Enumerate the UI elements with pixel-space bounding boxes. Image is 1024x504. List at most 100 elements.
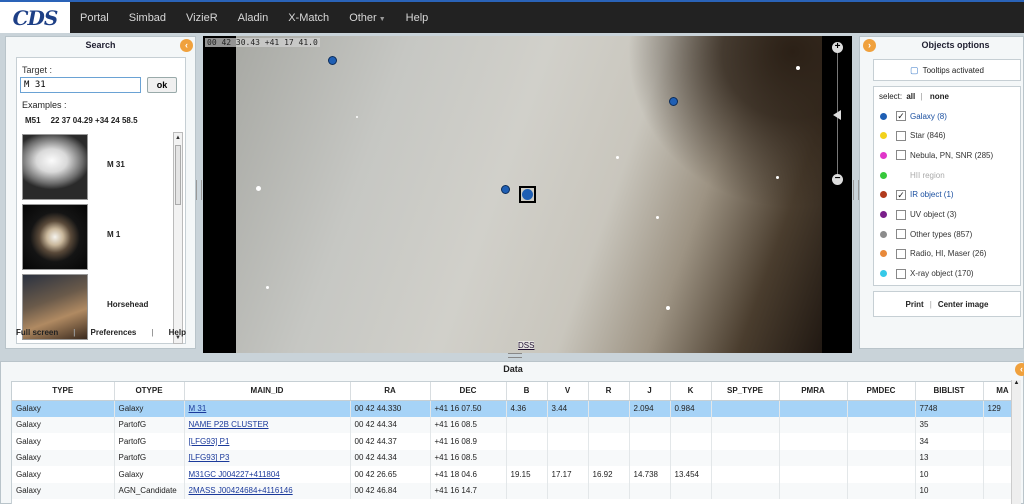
example-item-m31[interactable]: M 31 [22,132,172,202]
ok-button[interactable]: ok [147,77,177,93]
object-marker[interactable] [669,97,678,106]
type-color-dot [880,270,887,278]
tooltips-toggle-button[interactable]: ▢ Tooltips activated [873,59,1021,81]
table-cell [506,433,548,450]
zoom-in-icon[interactable]: + [832,42,843,53]
column-header[interactable]: MA [983,382,1012,401]
expand-data-icon[interactable]: ‹ [1015,363,1024,376]
column-header[interactable]: BIBLIST [915,382,984,401]
table-cell: 34 [915,433,984,450]
target-label: Target : [22,65,53,75]
object-type-row[interactable]: Nebula, PN, SNR (285) [880,148,993,162]
table-cell: 35 [915,416,984,433]
table-row[interactable]: Galaxy PartofG NAME P2B CLUSTER 00 42 44.34… [12,416,1012,433]
column-header[interactable]: K [670,382,712,401]
table-row[interactable]: Galaxy Galaxy M 31 00 42 44.330 +41 16 07.50… [12,400,1012,417]
type-checkbox[interactable] [896,248,906,259]
type-label: Radio, HI, Maser (26) [910,249,987,259]
main-id-link[interactable]: [LFG93] P1 [189,437,230,446]
full-screen-link[interactable]: Full screen [16,328,58,337]
table-cell [506,449,548,466]
center-image-link[interactable]: Center image [938,300,989,309]
object-type-row[interactable]: Radio, HI, Maser (26) [880,247,986,261]
table-cell [547,433,589,450]
object-marker[interactable] [501,185,510,194]
sky-coordinates: 00 42 30.43 +41 17 41.0 [205,38,320,47]
sky-view[interactable]: 00 42 30.43 +41 17 41.0 DSS + − [203,36,852,353]
column-header[interactable]: OTYPE [114,382,185,401]
table-cell: 00 42 26.65 [350,466,431,483]
type-checkbox[interactable] [896,268,906,279]
scroll-up-icon[interactable]: ▲ [1012,380,1021,389]
scroll-up-icon[interactable]: ▲ [174,133,182,143]
table-cell: AGN_Candidate [114,482,185,499]
print-link[interactable]: Print [906,300,924,309]
zoom-slider-handle[interactable] [833,110,841,120]
column-header[interactable]: PMRA [779,382,848,401]
column-header[interactable]: MAIN_ID [184,382,351,401]
nav-aladin[interactable]: Aladin [228,12,279,24]
object-type-row[interactable]: HII region [880,168,945,182]
zoom-out-icon[interactable]: − [832,174,843,185]
example-link-coords[interactable]: 22 37 04.29 +34 24 58.5 [51,116,138,125]
table-row[interactable]: Galaxy Galaxy M31GC J004227+411804 00 42 26… [12,466,1012,483]
main-id-link[interactable]: [LFG93] P3 [189,453,230,462]
star [356,116,358,118]
object-type-row[interactable]: X-ray object (170) [880,267,974,281]
select-none-link[interactable]: none [930,92,949,101]
object-type-row[interactable]: UV object (3) [880,208,957,222]
column-header[interactable]: TYPE [12,382,115,401]
left-splitter[interactable] [196,180,202,200]
column-header[interactable]: R [588,382,630,401]
column-header[interactable]: SP_TYPE [711,382,780,401]
main-id-link[interactable]: NAME P2B CLUSTER [189,420,269,429]
horizontal-splitter[interactable] [508,353,522,358]
data-table: TYPE OTYPE MAIN_ID RA DEC B V R J K SP_TYPE PMRA PMD… [12,382,1012,499]
collapse-left-icon[interactable]: ‹ [180,39,193,52]
survey-label[interactable]: DSS [518,341,535,350]
type-checkbox[interactable]: ✓ [896,189,906,200]
selected-object-marker[interactable] [519,186,536,203]
table-cell [629,433,671,450]
main-id-link[interactable]: M 31 [189,404,207,413]
column-header[interactable]: V [547,382,589,401]
column-header[interactable]: B [506,382,548,401]
object-type-row[interactable]: ✓ IR object (1) [880,188,954,202]
main-id-link[interactable]: 2MASS J00424684+4116146 [189,486,293,495]
column-header[interactable]: DEC [430,382,507,401]
object-type-row[interactable]: Star (846) [880,129,946,143]
table-cell [547,416,589,433]
type-checkbox[interactable] [896,229,906,240]
table-scrollbar[interactable]: ▲ [1011,380,1021,504]
nav-help[interactable]: Help [396,12,439,24]
main-id-link[interactable]: M31GC J004227+411804 [189,470,280,479]
object-type-row[interactable]: Other types (857) [880,227,972,241]
type-checkbox[interactable] [896,150,906,161]
select-all-link[interactable]: all [906,92,915,101]
example-link-m51[interactable]: M51 [25,116,41,125]
nav-simbad[interactable]: Simbad [119,12,176,24]
type-checkbox[interactable] [896,209,906,220]
table-row[interactable]: Galaxy AGN_Candidate 2MASS J00424684+41161… [12,482,1012,499]
target-input[interactable] [20,77,141,93]
example-item-m1[interactable]: M 1 [22,202,172,272]
scrollbar-thumb[interactable] [175,145,181,205]
column-header[interactable]: J [629,382,671,401]
example-scrollbar[interactable]: ▲ ▼ [173,132,183,344]
column-header[interactable]: RA [350,382,431,401]
object-type-row[interactable]: ✓ Galaxy (8) [880,109,947,123]
preferences-link[interactable]: Preferences [91,328,137,337]
column-header[interactable]: PMDEC [847,382,916,401]
help-link[interactable]: Help [169,328,186,337]
nav-portal[interactable]: Portal [70,12,119,24]
type-checkbox[interactable] [896,130,906,141]
nav-other-label: Other [349,11,377,24]
type-checkbox[interactable]: ✓ [896,111,906,121]
nav-xmatch[interactable]: X-Match [278,12,339,24]
cds-logo[interactable]: CDS [0,2,70,33]
table-row[interactable]: Galaxy PartofG [LFG93] P3 00 42 44.34 +41 16… [12,449,1012,466]
nav-vizier[interactable]: VizieR [176,12,228,24]
nav-other[interactable]: Other ▼ [339,12,395,24]
object-marker[interactable] [328,56,337,65]
table-row[interactable]: Galaxy PartofG [LFG93] P1 00 42 44.37 +41 16… [12,433,1012,450]
